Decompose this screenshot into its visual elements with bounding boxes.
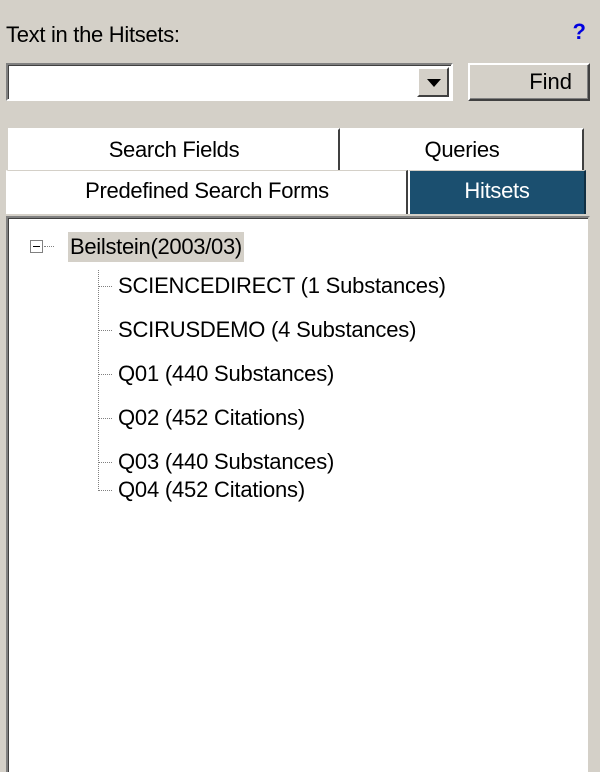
tree-connector [98,330,112,331]
tree-connector [98,374,112,375]
tree-connector [98,286,112,287]
tree-connector-line [98,270,99,489]
tree-item-label[interactable]: SCIRUSDEMO (4 Substances) [118,312,416,348]
tab-hitsets[interactable]: Hitsets [408,170,586,214]
collapse-icon[interactable] [30,240,43,253]
find-button[interactable]: Find [468,63,590,101]
tree-item-label[interactable]: Q01 (440 Substances) [118,356,334,392]
hitset-tree[interactable]: Beilstein(2003/03) SCIENCEDIRECT (1 Subs… [6,216,590,772]
tree-connector [44,246,54,247]
tree-connector [98,490,112,491]
tree-connector [98,462,112,463]
tab-predefined-search-forms[interactable]: Predefined Search Forms [6,170,408,214]
tree-root-label[interactable]: Beilstein(2003/03) [68,232,244,262]
search-label: Text in the Hitsets: [6,22,180,47]
tree-item-label[interactable]: Q02 (452 Citations) [118,400,305,436]
search-input[interactable] [12,68,416,98]
dropdown-button[interactable] [417,67,449,97]
tree-connector [98,418,112,419]
tree-item-label[interactable]: Q04 (452 Citations) [118,472,305,508]
tab-search-fields[interactable]: Search Fields [8,128,340,170]
tree-item-label[interactable]: SCIENCEDIRECT (1 Substances) [118,268,446,304]
help-icon[interactable]: ? [573,19,586,45]
hitsets-panel: Text in the Hitsets: ? Find Search Field… [0,0,600,772]
tab-queries[interactable]: Queries [340,128,584,170]
search-combobox[interactable] [6,63,453,101]
chevron-down-icon [427,79,441,87]
